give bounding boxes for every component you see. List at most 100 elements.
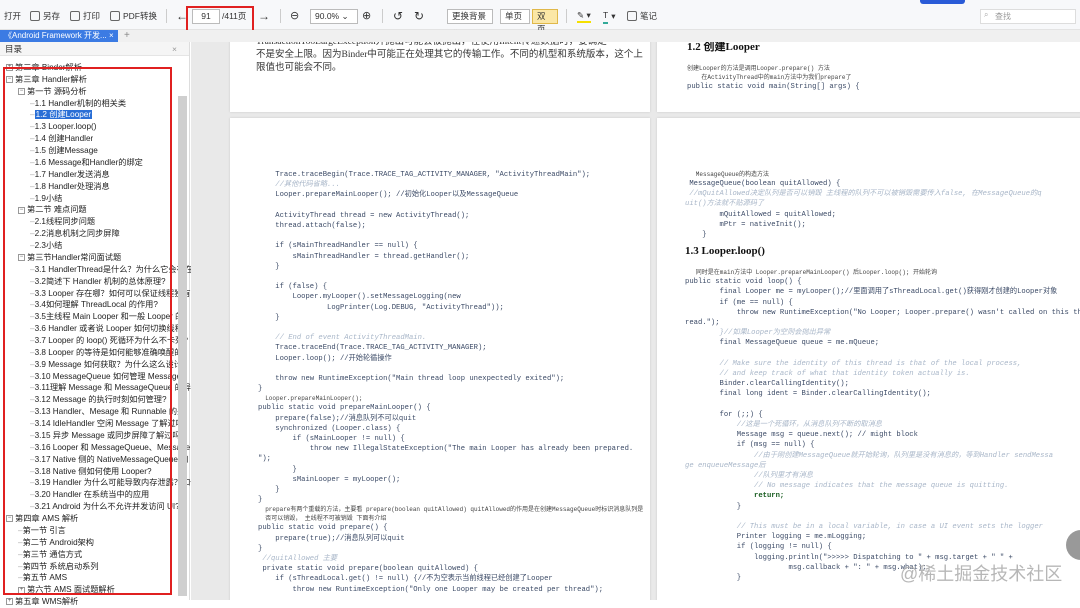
save-icon xyxy=(30,11,40,21)
zoom-out-icon[interactable]: ⊖ xyxy=(290,9,299,23)
pdf-convert-button[interactable]: PDF转换 xyxy=(110,9,157,23)
code-line: } xyxy=(258,495,262,505)
code-line: public static void prepare() { xyxy=(258,523,387,533)
note-icon xyxy=(627,11,637,21)
code-line: public static void loop() { xyxy=(685,277,801,287)
scrollbar[interactable] xyxy=(178,96,187,596)
code-line: //其他代码省略... xyxy=(258,180,340,190)
divider xyxy=(166,9,167,23)
toc-header: 目录 × xyxy=(0,42,189,56)
note-button[interactable]: 笔记 xyxy=(627,9,657,23)
code-line: if (sMainLooper != null) { xyxy=(258,434,405,444)
code-line: throw new RuntimeException("Main thread … xyxy=(258,374,564,384)
code-line: } xyxy=(258,544,262,554)
code-line: ge enqueueMessage后 xyxy=(685,461,766,471)
code-line: synchronized (Looper.class) { xyxy=(258,424,400,434)
code-line: if (logging != null) { xyxy=(685,542,832,552)
highlighter-icon[interactable]: ✎ ▾ xyxy=(577,9,591,23)
close-icon[interactable]: × xyxy=(172,42,177,56)
top-blue-button[interactable] xyxy=(920,0,965,4)
code-line: } xyxy=(258,485,280,495)
code-line: uit()方法就不贴源码了 xyxy=(685,199,764,209)
code-line: throw new IllegalStateException("The mai… xyxy=(258,444,633,454)
code-line: //队列里才有消息 xyxy=(685,471,813,481)
paragraph-line: TransactionTooLargeException并抛出可能会被抛出，在使… xyxy=(256,42,607,49)
code-line: sMainThreadHandler = thread.getHandler()… xyxy=(258,252,469,262)
toc-sidebar: 目录× +第二章 Binder解析−第三章 Handler解析−第一节 源码分析… xyxy=(0,42,190,600)
code-line: } xyxy=(258,262,280,272)
code-line: // and keep track of what that identity … xyxy=(685,369,970,379)
page: 1.2 创建Looper创建Looper的方法是调用Looper.prepare… xyxy=(657,42,1080,112)
code-line: }//如果Looper为空则会抛出异常 xyxy=(685,328,830,338)
code-line: LogPrinter(Log.DEBUG, "ActivityThread"))… xyxy=(258,303,504,313)
tab-title: 《Android Framework 开发... xyxy=(4,31,107,40)
section-heading: 1.2 创建Looper xyxy=(687,42,760,52)
double-page-button[interactable]: 双页 xyxy=(532,9,558,24)
code-line: prepare(true);//消息队列可以quit xyxy=(258,534,405,544)
section-heading: 1.3 Looper.loop() xyxy=(685,246,765,256)
document-view: TransactionTooLargeException并抛出可能会被抛出，在使… xyxy=(191,42,1080,600)
highlight-box xyxy=(186,6,254,33)
background-label: 更换背景 xyxy=(452,11,486,21)
paragraph-line: 限值也可能会不同。 xyxy=(256,62,342,75)
code-line: "); xyxy=(258,454,271,464)
page: MessageQueue的构造方法 MessageQueue(boolean q… xyxy=(657,118,1080,600)
divider xyxy=(566,9,567,23)
code-line: mPtr = nativeInit(); xyxy=(685,220,806,230)
code-line: sMainLooper = myLooper(); xyxy=(258,475,400,485)
code-line: } xyxy=(258,465,297,475)
code-line: throw new RuntimeException("No Looper; L… xyxy=(685,308,1080,318)
code-line: //由于刚创建MessageQueue就开始轮询，队列里是没有消息的，等到Han… xyxy=(685,451,1053,461)
printer-icon xyxy=(70,11,80,21)
save-as-button[interactable]: 另存 xyxy=(30,9,60,23)
code-line: public static void main(String[] args) { xyxy=(687,82,860,92)
zoom-select[interactable]: 90.0% ⌄ xyxy=(310,9,358,24)
close-icon[interactable]: × xyxy=(109,31,114,40)
code-line: } xyxy=(258,313,280,323)
code-line: // End of event ActivityThreadMain. xyxy=(258,333,426,343)
code-line: for (;;) { xyxy=(685,410,763,420)
zoom-value: 90.0% xyxy=(315,11,339,21)
toc-title: 目录 xyxy=(5,44,22,54)
text-color-icon[interactable]: T ▾ xyxy=(603,9,615,23)
code-line: Looper.prepareMainLooper(); //初始化Looper以… xyxy=(258,190,518,200)
print-label: 打印 xyxy=(83,9,100,23)
zoom-in-icon[interactable]: ⊕ xyxy=(362,9,371,23)
pdf-icon xyxy=(110,11,120,21)
toc-item-label: 第五章 WMS解析 xyxy=(15,597,78,606)
code-line: //quitAllowed 主要 xyxy=(258,554,337,564)
watermark: @稀土掘金技术社区 xyxy=(900,560,1062,586)
page: TransactionTooLargeException并抛出可能会被抛出，在使… xyxy=(230,42,650,112)
single-page-button[interactable]: 单页 xyxy=(500,9,530,24)
open-button[interactable]: 打开 xyxy=(4,9,21,23)
search-input[interactable]: 查找 xyxy=(980,9,1076,24)
save-as-label: 另存 xyxy=(43,9,60,23)
rotate-left-icon[interactable]: ↺ xyxy=(393,9,403,23)
chevron-down-icon: ⌄ xyxy=(341,11,348,21)
paragraph-line: 不是安全上限。因为Binder中可能正在处理其它的传输工作。不同的机型和系统版本… xyxy=(256,49,643,62)
rotate-right-icon[interactable]: ↻ xyxy=(414,9,424,23)
pdf-convert-label: PDF转换 xyxy=(123,9,157,23)
code-line: //这是一个死循环，从消息队列不断的取消息 xyxy=(685,420,882,430)
code-line: Binder.clearCallingIdentity(); xyxy=(685,379,849,389)
add-tab-icon[interactable]: + xyxy=(124,30,130,42)
background-select[interactable]: 更换背景 ⌄ xyxy=(447,9,493,24)
code-line: MessageQueue(boolean quitAllowed) { xyxy=(685,179,840,189)
single-page-label: 单页 xyxy=(505,11,522,21)
print-button[interactable]: 打印 xyxy=(70,9,100,23)
code-line: if (sThreadLocal.get() != null) {//不为空表示… xyxy=(258,574,553,584)
code-line: //mQuitAllowed决定队列是否可以销毁 主线程的队列不可以被销毁需要传… xyxy=(685,189,1042,199)
code-line: public static void prepareMainLooper() { xyxy=(258,403,431,413)
divider xyxy=(280,9,281,23)
code-line: if (msg == null) { xyxy=(685,440,814,450)
next-page-icon[interactable]: → xyxy=(258,9,270,23)
toc-item[interactable]: +第五章 WMS解析 xyxy=(6,596,78,608)
code-line: Printer logging = me.mLogging; xyxy=(685,532,866,542)
code-line: read."); xyxy=(685,318,720,328)
code-line: final Looper me = myLooper();//里面调用了sThr… xyxy=(685,287,1057,297)
code-line: if (false) { xyxy=(258,282,327,292)
tab-document[interactable]: 《Android Framework 开发... × xyxy=(0,30,118,42)
code-line: ActivityThread thread = new ActivityThre… xyxy=(258,211,469,221)
toolbar: 打开 另存 打印 PDF转换 ← 91 /411页 → ⊖ 90.0% ⌄ ⊕ … xyxy=(0,0,1080,30)
code-line: // No message indicates that the message… xyxy=(685,481,1009,491)
